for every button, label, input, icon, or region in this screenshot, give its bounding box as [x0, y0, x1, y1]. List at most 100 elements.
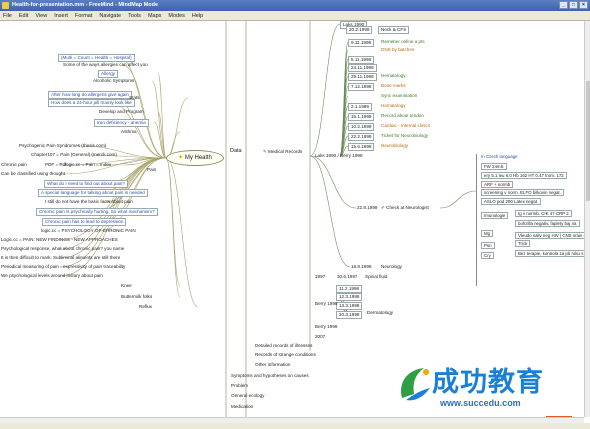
left-node[interactable]: Stats: [128, 95, 140, 101]
left-node[interactable]: We psychological levels around history a…: [0, 273, 104, 279]
node-date[interactable]: 15.1.1999: [348, 113, 375, 121]
detail-row[interactable]: Cry: [481, 252, 494, 259]
node-spinal-date[interactable]: 30.6.1997: [336, 274, 358, 280]
left-node[interactable]: How does a 24-hour pill mainly look like: [48, 99, 135, 107]
left-node[interactable]: Psychogenic Pain Syndromes (thesis.com): [18, 143, 107, 149]
detail-row[interactable]: Psn: [481, 242, 495, 249]
node-laks[interactable]: Laks 1990 / Berry 1998: [314, 153, 364, 159]
node-record[interactable]: Hematology: [380, 103, 407, 109]
menu-item-help[interactable]: Help: [192, 13, 203, 20]
branch-data[interactable]: Data: [229, 148, 243, 154]
left-node[interactable]: Chronic pain: [0, 162, 28, 168]
node-derm-date[interactable]: 20.3.1998: [336, 311, 363, 319]
node-dermatology[interactable]: Dermatology: [366, 310, 394, 316]
left-node[interactable]: Develop and Program: [98, 109, 145, 115]
node-date[interactable]: 15.6.1999: [348, 143, 375, 151]
menu-item-view[interactable]: View: [35, 13, 47, 20]
left-node[interactable]: I still do not have the basic facts abou…: [44, 199, 134, 205]
minimize-icon[interactable]: _: [559, 1, 568, 9]
node-neurology-date[interactable]: 18.8.1999: [350, 264, 372, 270]
left-node[interactable]: Allergy: [98, 70, 119, 78]
left-node[interactable]: Logic.cc = PAIN: NEW FINDINGS - NEW APPR…: [0, 237, 119, 243]
node-neck-cfs[interactable]: Neck & CFS: [378, 26, 410, 34]
node-spinal-fluid[interactable]: Spinal fluid: [364, 274, 388, 280]
left-node[interactable]: logic.cc = Pain = Index: [64, 162, 112, 168]
node-date[interactable]: 29.11.1998: [348, 73, 377, 81]
node-derm-date[interactable]: 12.3.1998: [336, 293, 363, 301]
detail-row[interactable]: ARF + normb: [481, 181, 514, 188]
menu-item-navigate[interactable]: Navigate: [99, 13, 121, 20]
root-node[interactable]: ✦ My Health: [166, 150, 224, 166]
left-node[interactable]: A special language for talking about pai…: [38, 189, 148, 197]
node-date[interactable]: 24.11.1998: [348, 64, 377, 72]
menu-item-modes[interactable]: Modes: [168, 13, 185, 20]
node-date[interactable]: 22.2.1999: [348, 133, 375, 141]
node-record[interactable]: Bone marks: [380, 83, 407, 89]
detail-row[interactable]: Imunologie: [481, 212, 509, 219]
node-check-date[interactable]: 22.8.1999: [356, 205, 378, 211]
node-record[interactable]: Record about tendon: [380, 113, 425, 119]
left-node[interactable]: Chronic pain has to lead to depression: [42, 218, 127, 226]
left-node[interactable]: Periodical measuring of pain - expressiv…: [0, 264, 126, 270]
left-node[interactable]: Reflux: [138, 304, 153, 310]
detail-row[interactable]: ery 5.1 leu 6.0 Hb 162 HT 0.47 trom. 172: [481, 172, 567, 179]
menu-item-maps[interactable]: Maps: [148, 13, 161, 20]
maximize-icon[interactable]: □: [569, 1, 578, 9]
node-date[interactable]: 5.11.1998: [348, 56, 375, 64]
node-year-1997[interactable]: 1997: [314, 274, 326, 280]
node-record[interactable]: Sync examination: [380, 93, 418, 99]
node-berry-1998[interactable]: Berry 1998: [314, 301, 338, 307]
node-derm-date[interactable]: 11.2.1998: [336, 285, 363, 293]
node-problem[interactable]: Problem: [230, 383, 249, 389]
node-record[interactable]: Remeber online a pts: [380, 39, 426, 45]
node-record[interactable]: Hematology: [380, 73, 407, 79]
scroll-thumb[interactable]: [586, 81, 590, 201]
node-date[interactable]: 2.1.1999: [348, 103, 372, 111]
vertical-scrollbar[interactable]: [584, 21, 590, 417]
node-year-2007[interactable]: 2007: [314, 334, 326, 340]
detail-row[interactable]: bohzilla negativ, faplety baj na: [515, 220, 580, 227]
left-node[interactable]: Iron deficiency - anemia: [94, 119, 149, 127]
left-node[interactable]: Psychological response, what about chron…: [0, 246, 125, 252]
detail-row[interactable]: ASLO pod 200 Latex negat.: [481, 198, 542, 205]
node-neurology[interactable]: Neurology: [380, 264, 403, 270]
left-node[interactable]: Knee: [120, 283, 133, 289]
node-date-0[interactable]: 20.2.1999: [346, 26, 373, 34]
node-date[interactable]: 9.11.1998: [348, 39, 375, 47]
node-strange-conditions[interactable]: Records of strange conditions: [254, 352, 317, 358]
node-berry-1999[interactable]: Berry 1999: [314, 324, 338, 330]
left-node[interactable]: What do I need to find out about pain?: [44, 180, 128, 188]
left-node[interactable]: Alcoholic Symptoms: [92, 78, 135, 84]
left-node[interactable]: Asthma: [120, 129, 138, 135]
node-general-ecology[interactable]: General ecology: [230, 393, 265, 399]
left-node[interactable]: logic.cc = PSYCHOLOGY OF CHRONIC PAIN: [40, 228, 137, 234]
detail-row[interactable]: Ig v normb. CIK 47 CRP 2: [515, 210, 572, 217]
menu-item-tools[interactable]: Tools: [128, 13, 141, 20]
detail-row[interactable]: Mg: [481, 230, 494, 237]
node-pain[interactable]: Pain: [146, 167, 157, 173]
left-node[interactable]: Buttermilk folks: [120, 294, 153, 300]
close-icon[interactable]: ×: [579, 1, 588, 9]
node-derm-date[interactable]: 13.3.1998: [336, 302, 363, 310]
left-node[interactable]: Some of the ways allergies can affect yo…: [62, 62, 149, 68]
node-record[interactable]: Cardiac - Internal clinics: [380, 123, 431, 129]
node-symptoms[interactable]: Symptoms and hypotheses on causes: [230, 373, 310, 379]
left-node[interactable]: (Multi = Count = Health = Hospital): [58, 54, 135, 62]
left-node[interactable]: Chapter107 = Pain (General) (merck.com): [30, 152, 118, 158]
node-other-information[interactable]: Other information: [254, 362, 292, 368]
node-medication[interactable]: Medication: [230, 404, 254, 410]
node-detailed-records[interactable]: Detailed records of illnesses: [254, 343, 313, 349]
node-record[interactable]: Neurobiology: [380, 143, 409, 149]
node-check-at-neurologist[interactable]: ✔ Check at Neurologist: [380, 205, 430, 211]
left-node[interactable]: After how long do allergens give again: [48, 91, 132, 99]
detail-row[interactable]: screening v norm. ELFO bilkovin negat.: [481, 189, 564, 196]
left-node[interactable]: Can be classified using thought: [0, 171, 66, 177]
node-date[interactable]: 10.2.1999: [348, 123, 375, 131]
menu-item-format[interactable]: Format: [75, 13, 92, 20]
node-record[interactable]: DNS by batches: [380, 47, 415, 53]
detail-row[interactable]: Bez terapie, kontrola za pŭ roku s r: [515, 250, 584, 257]
menu-item-file[interactable]: File: [3, 13, 12, 20]
detail-row[interactable]: Vleudo saliv neg HIV | CNS srain n: [515, 232, 584, 239]
branch-medical-records[interactable]: ✎ Medical Records: [262, 149, 303, 155]
node-date[interactable]: 7.12.1998: [348, 83, 375, 91]
